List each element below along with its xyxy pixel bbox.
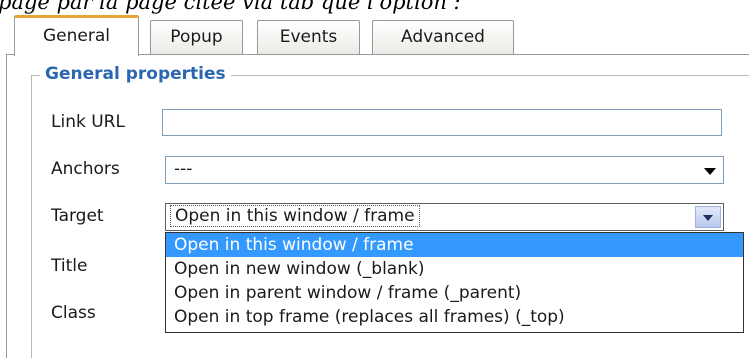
tab-advanced-label: Advanced [401,27,485,47]
chevron-down-icon [704,168,716,175]
target-selected-value: Open in this window / frame [170,205,420,227]
fieldset-legend: General properties [40,63,231,85]
link-url-label: Link URL [51,112,125,132]
tab-popup[interactable]: Popup [150,20,243,54]
target-dropdown-list: Open in this window / frame Open in new … [165,232,744,333]
tab-events[interactable]: Events [257,20,360,54]
title-label: Title [51,256,88,276]
target-option-blank[interactable]: Open in new window (_blank) [166,257,743,281]
class-label: Class [51,303,96,323]
target-option-top[interactable]: Open in top frame (replaces all frames) … [166,305,743,329]
tab-events-label: Events [279,27,338,47]
anchors-selected-value: --- [174,159,193,179]
tab-advanced[interactable]: Advanced [372,20,514,54]
anchors-label: Anchors [51,159,120,179]
target-option-parent[interactable]: Open in parent window / frame (_parent) [166,281,743,305]
target-dropdown-button[interactable] [695,206,721,228]
tab-popup-label: Popup [170,27,223,47]
anchors-select[interactable]: --- [165,156,724,184]
page-caption: page par la page citée via tab que l'opt… [0,0,461,14]
target-option-self[interactable]: Open in this window / frame [166,233,743,257]
target-label: Target [51,206,104,226]
link-url-input[interactable] [162,109,722,136]
target-select[interactable]: Open in this window / frame [165,203,724,231]
tab-general-label: General [43,26,110,46]
tab-general[interactable]: General [14,15,139,56]
chevron-down-icon [703,215,713,221]
